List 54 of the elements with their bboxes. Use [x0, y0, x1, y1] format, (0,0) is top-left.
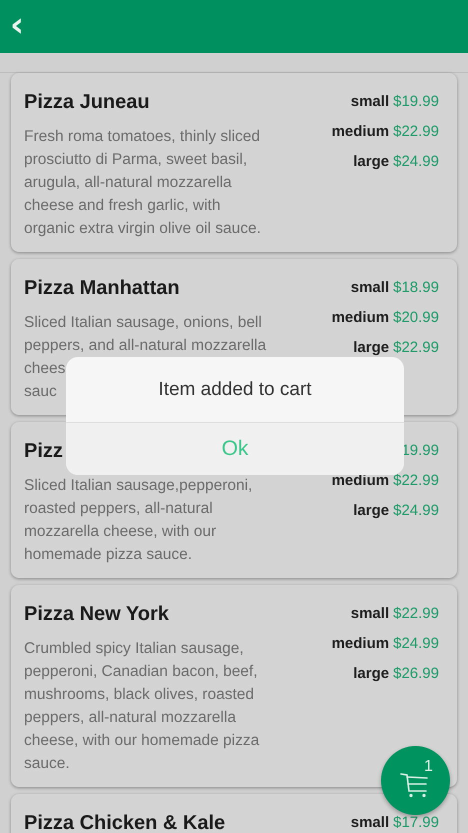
price: $22.99	[393, 123, 439, 141]
description-line: Sliced Italian sausage, onions, bell	[24, 313, 262, 333]
pizza-name: Pizza Chicken & Kale	[24, 811, 226, 833]
size-label: small	[350, 605, 390, 623]
description-line: peppers, and all-natural mozzarella	[24, 336, 266, 356]
pizza-card[interactable]	[11, 585, 457, 787]
cart-count: 1	[424, 758, 433, 776]
price: $17.99	[393, 814, 439, 832]
description-line: Crumbled spicy Italian sausage,	[24, 639, 244, 659]
price: $24.99	[393, 502, 439, 520]
price: $22.99	[393, 472, 439, 490]
price: $22.99	[393, 339, 439, 357]
price: $24.99	[393, 153, 439, 171]
size-label: large	[353, 153, 390, 171]
pizza-name: Pizza New York	[24, 602, 169, 627]
size-label: large	[353, 502, 390, 520]
description-line: Sliced Italian sausage,pepperoni,	[24, 476, 252, 496]
description-line: roasted peppers, all-natural	[24, 499, 213, 519]
pizza-card[interactable]: Pizza Chicken & Kale small $17.99	[11, 794, 457, 833]
price: $20.99	[393, 309, 439, 327]
description-line: prosciutto di Parma, sweet basil,	[24, 150, 248, 170]
description-line: homemade pizza sauce.	[24, 545, 192, 565]
description-line: sauce.	[24, 754, 70, 774]
size-label: medium	[332, 472, 390, 490]
description-line: Fresh roma tomatoes, thinly sliced	[24, 127, 260, 147]
description-line: mushrooms, black olives, roasted	[24, 685, 254, 705]
size-label: small	[350, 93, 390, 111]
price: $19.99	[393, 93, 439, 111]
description-line: arugula, all-natural mozzarella	[24, 173, 232, 193]
size-label: small	[350, 814, 390, 832]
description-line: cheese and fresh garlic, with	[24, 196, 220, 216]
pizza-card[interactable]	[11, 73, 457, 252]
size-label: medium	[332, 635, 390, 653]
pizza-name: Pizza Juneau	[24, 90, 150, 115]
description-line: pepperoni, Canadian bacon, beef,	[24, 662, 258, 682]
description-line: peppers, all-natural mozzarella	[24, 708, 236, 728]
size-label: small	[350, 279, 390, 297]
price: $18.99	[393, 279, 439, 297]
description-line: chees	[24, 359, 66, 379]
size-label: medium	[332, 123, 390, 141]
back-button[interactable]: ‹	[0, 8, 24, 46]
size-label: large	[353, 339, 390, 357]
description-line: mozzarella cheese, with our	[24, 522, 216, 542]
price: 19.99	[401, 442, 439, 460]
pizza-name: Pizza Manhattan	[24, 276, 180, 301]
size-label: large	[353, 665, 390, 683]
pizza-name: Pizz	[24, 439, 63, 464]
price: $26.99	[393, 665, 439, 683]
price: $24.99	[393, 635, 439, 653]
price: $22.99	[393, 605, 439, 623]
description-line: organic extra virgin olive oil sauce.	[24, 219, 261, 239]
description-line: cheese, with our homemade pizza	[24, 731, 260, 751]
size-label: medium	[332, 309, 390, 327]
description-line: sauc	[24, 382, 57, 402]
